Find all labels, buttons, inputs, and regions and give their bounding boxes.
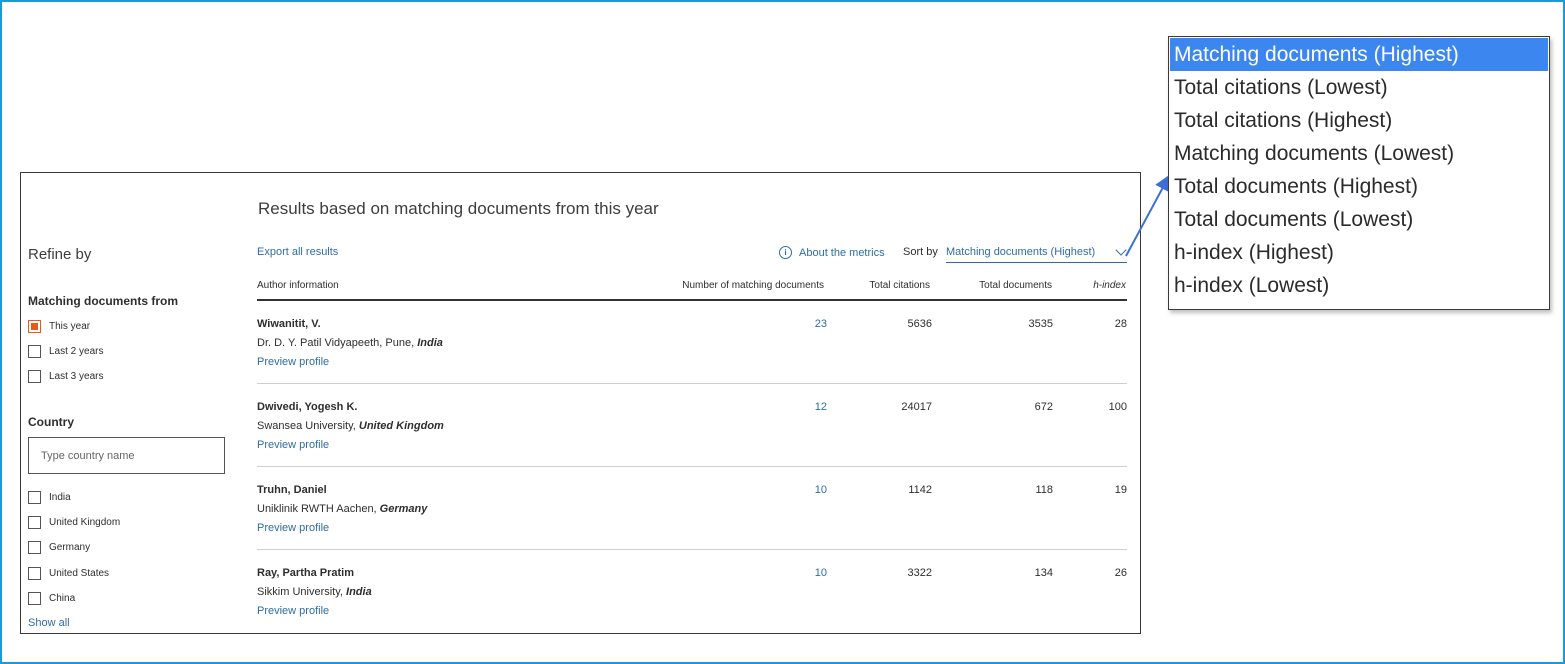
filter-label: This year <box>49 320 91 332</box>
affiliation-country: India <box>346 586 372 598</box>
sort-option-matching-documents-lowest[interactable]: Matching documents (Lowest) <box>1170 137 1548 170</box>
checkbox-china[interactable] <box>28 591 41 605</box>
total-citations: 5636 <box>907 318 932 330</box>
table-row: Wiwanitit, V. Dr. D. Y. Patil Vidyapeeth… <box>257 301 1127 384</box>
sort-by-select[interactable]: Matching documents (Highest) <box>946 244 1127 263</box>
checkbox-last-3-years[interactable] <box>28 369 41 383</box>
matching-documents-count[interactable]: 12 <box>815 401 827 413</box>
filter-label: Germany <box>49 541 91 553</box>
page-title: Results based on matching documents from… <box>258 199 659 218</box>
country-filter-title: Country <box>28 415 74 429</box>
author-affiliation: Sikkim University, India <box>257 586 372 598</box>
sort-option-total-citations-highest[interactable]: Total citations (Highest) <box>1170 104 1548 137</box>
filter-last-2-years[interactable]: Last 2 years <box>28 343 103 359</box>
checkbox-india[interactable] <box>28 490 41 504</box>
sort-option-total-documents-highest[interactable]: Total documents (Highest) <box>1170 170 1548 203</box>
total-documents: 3535 <box>1028 318 1053 330</box>
affiliation-text: Dr. D. Y. Patil Vidyapeeth, Pune, <box>257 337 418 349</box>
total-documents: 118 <box>1035 484 1053 496</box>
filter-label: Last 3 years <box>49 370 104 382</box>
checkbox-united-states[interactable] <box>28 566 41 580</box>
filter-label: United Kingdom <box>49 516 121 528</box>
h-index-value: 19 <box>1114 484 1127 496</box>
filter-label: United States <box>49 567 110 579</box>
table-row: Truhn, Daniel Uniklinik RWTH Aachen, Ger… <box>257 467 1127 550</box>
total-documents: 134 <box>1034 567 1053 579</box>
country-search-input[interactable] <box>28 437 225 474</box>
column-header-total-documents[interactable]: Total documents <box>979 280 1052 291</box>
sort-by-label: Sort by <box>903 246 938 258</box>
preview-profile-link[interactable]: Preview profile <box>257 605 329 617</box>
filter-country-china[interactable]: China <box>28 590 75 606</box>
sort-by-value: Matching documents (Highest) <box>946 246 1096 258</box>
author-results-panel: Results based on matching documents from… <box>20 172 1141 634</box>
matching-documents-filter-title: Matching documents from <box>28 294 179 308</box>
filter-label: Last 2 years <box>49 345 104 357</box>
h-index-value: 100 <box>1108 401 1127 413</box>
column-header-author-information: Author information <box>257 280 339 291</box>
total-citations: 1142 <box>908 484 932 496</box>
column-header-h-index[interactable]: h-index <box>1093 280 1126 291</box>
about-the-metrics-link[interactable]: i About the metrics <box>779 246 885 259</box>
matching-documents-count[interactable]: 23 <box>815 318 827 330</box>
checkbox-united-kingdom[interactable] <box>28 515 41 529</box>
author-name: Wiwanitit, V. <box>257 318 321 330</box>
h-index-value: 26 <box>1114 567 1127 579</box>
filter-last-3-years[interactable]: Last 3 years <box>28 368 103 384</box>
sort-option-h-index-lowest[interactable]: h-index (Lowest) <box>1170 269 1548 302</box>
sort-option-total-citations-lowest[interactable]: Total citations (Lowest) <box>1170 71 1548 104</box>
sort-option-h-index-highest[interactable]: h-index (Highest) <box>1170 236 1548 269</box>
matching-documents-count[interactable]: 10 <box>815 567 827 579</box>
filter-this-year[interactable]: This year <box>28 318 90 334</box>
table-row: Ray, Partha Pratim Sikkim University, In… <box>257 550 1127 633</box>
affiliation-country: Germany <box>379 503 428 515</box>
affiliation-country: United Kingdom <box>358 420 444 432</box>
checkbox-germany[interactable] <box>28 540 41 554</box>
sort-option-matching-documents-highest[interactable]: Matching documents (Highest) <box>1170 38 1548 71</box>
author-name: Truhn, Daniel <box>257 484 327 496</box>
column-header-total-citations[interactable]: Total citations <box>869 280 930 291</box>
affiliation-text: Sikkim University, <box>257 586 347 598</box>
author-affiliation: Swansea University, United Kingdom <box>257 420 444 432</box>
filter-country-india[interactable]: India <box>28 489 71 505</box>
total-citations: 24017 <box>901 401 932 413</box>
filter-label: China <box>49 592 76 604</box>
column-header-matching-documents[interactable]: Number of matching documents <box>682 280 824 291</box>
affiliation-text: Swansea University, <box>257 420 359 432</box>
chevron-down-icon <box>1115 244 1127 256</box>
sort-option-total-documents-lowest[interactable]: Total documents (Lowest) <box>1170 203 1548 236</box>
author-name: Dwivedi, Yogesh K. <box>257 401 358 413</box>
checkbox-this-year[interactable] <box>28 319 41 333</box>
author-affiliation: Dr. D. Y. Patil Vidyapeeth, Pune, India <box>257 337 443 349</box>
h-index-value: 28 <box>1114 318 1127 330</box>
filter-country-united-states[interactable]: United States <box>28 565 109 581</box>
preview-profile-link[interactable]: Preview profile <box>257 356 329 368</box>
about-the-metrics-label: About the metrics <box>799 246 885 259</box>
table-row: Dwivedi, Yogesh K. Swansea University, U… <box>257 384 1127 467</box>
affiliation-text: Uniklinik RWTH Aachen, <box>257 503 380 515</box>
preview-profile-link[interactable]: Preview profile <box>257 522 329 534</box>
total-citations: 3322 <box>907 567 932 579</box>
export-all-results-link[interactable]: Export all results <box>257 246 338 258</box>
filter-country-united-kingdom[interactable]: United Kingdom <box>28 514 120 530</box>
checkbox-last-2-years[interactable] <box>28 344 41 358</box>
author-affiliation: Uniklinik RWTH Aachen, Germany <box>257 503 427 515</box>
total-documents: 672 <box>1034 401 1053 413</box>
preview-profile-link[interactable]: Preview profile <box>257 439 329 451</box>
filter-label: India <box>49 491 71 503</box>
refine-by-title: Refine by <box>28 246 92 263</box>
filter-country-germany[interactable]: Germany <box>28 539 90 555</box>
info-icon: i <box>779 246 792 259</box>
affiliation-country: India <box>417 337 443 349</box>
sort-options-dropdown: Matching documents (Highest) Total citat… <box>1168 36 1550 310</box>
matching-documents-count[interactable]: 10 <box>815 484 827 496</box>
show-all-countries-link[interactable]: Show all <box>28 617 70 629</box>
author-name: Ray, Partha Pratim <box>257 567 355 579</box>
